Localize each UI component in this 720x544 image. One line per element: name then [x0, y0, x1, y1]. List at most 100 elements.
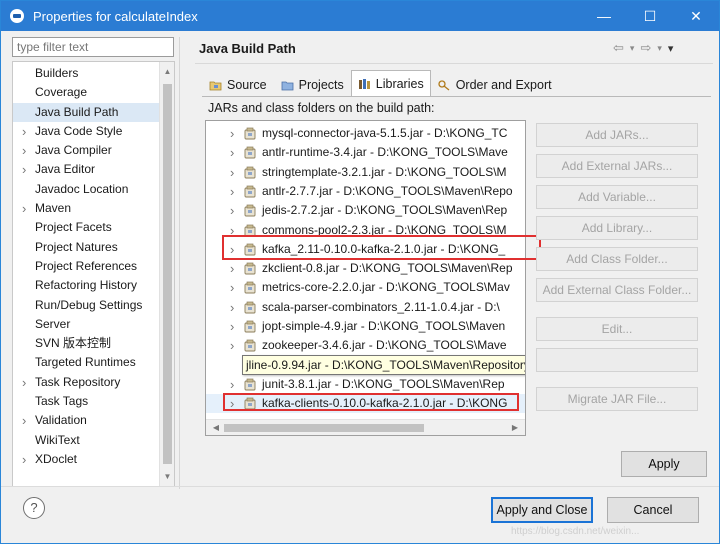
tree-item-label: Project References [35, 258, 138, 273]
expand-chevron-icon[interactable]: › [230, 221, 234, 240]
expand-chevron-icon[interactable]: › [22, 373, 26, 392]
jar-entry[interactable]: › zookeeper-3.4.6.jar - D:\KONG_TOOLS\Mav… [206, 336, 525, 355]
expand-chevron-icon[interactable]: › [22, 199, 26, 218]
scroll-right-icon[interactable]: ▶ [507, 420, 523, 435]
tree-item[interactable]: WikiText [13, 431, 160, 450]
expand-chevron-icon[interactable]: › [22, 141, 26, 160]
tree-item[interactable]: › XDoclet [13, 450, 160, 469]
jar-entry[interactable]: › metrics-core-2.2.0.jar - D:\KONG_TOOLS\… [206, 278, 525, 297]
jar-entry[interactable]: › antlr-runtime-3.4.jar - D:\KONG_TOOLS\M… [206, 143, 525, 162]
expand-chevron-icon[interactable]: › [230, 317, 234, 336]
tree-item[interactable]: Server [13, 315, 160, 334]
add-jars-button[interactable]: Add JARs... [536, 123, 698, 147]
tree-item[interactable]: › Validation [13, 411, 160, 430]
jar-entry[interactable]: › stringtemplate-3.2.1.jar - D:\KONG_TOOL… [206, 163, 525, 182]
jar-icon [243, 320, 257, 333]
tree-item[interactable]: SVN 版本控制 [13, 334, 160, 353]
add-class-folder-button[interactable]: Add Class Folder... [536, 247, 698, 271]
expand-chevron-icon[interactable]: › [22, 411, 26, 430]
tree-item[interactable]: Project References [13, 257, 160, 276]
expand-chevron-icon[interactable]: › [230, 336, 234, 355]
scroll-down-icon[interactable]: ▼ [160, 469, 174, 484]
scroll-thumb[interactable] [163, 84, 172, 464]
expand-chevron-icon[interactable]: › [230, 375, 234, 394]
jar-entry[interactable]: › kafka-clients-0.10.0-kafka-2.1.0.jar - … [206, 394, 525, 414]
pane-divider[interactable] [179, 37, 183, 489]
expand-chevron-icon[interactable]: › [230, 201, 234, 220]
expand-chevron-icon[interactable]: › [230, 278, 234, 297]
tree-item[interactable]: Project Natures [13, 238, 160, 257]
expand-chevron-icon[interactable]: › [230, 394, 234, 413]
cancel-button[interactable]: Cancel [607, 497, 699, 523]
migrate-jar-button[interactable]: Migrate JAR File... [536, 387, 698, 411]
tab-projects[interactable]: Projects [274, 72, 351, 96]
tree-item[interactable]: Project Facets [13, 218, 160, 237]
expand-chevron-icon[interactable]: › [22, 160, 26, 179]
filter-input[interactable] [12, 37, 174, 57]
jar-entry[interactable]: jline-0.9.94.jar - D:\KONG_TOOLS\Maven\R… [206, 354, 525, 375]
scroll-up-icon[interactable]: ▲ [160, 64, 174, 79]
jar-entry[interactable]: › scala-parser-combinators_2.11-1.0.4.jar… [206, 298, 525, 317]
tree-item[interactable]: Builders [13, 64, 160, 83]
back-icon[interactable]: ⇦ [613, 40, 624, 56]
add-external-class-folder-button[interactable]: Add External Class Folder... [536, 278, 698, 302]
tree-item[interactable]: Task Tags [13, 392, 160, 411]
expand-chevron-icon[interactable]: › [230, 182, 234, 201]
jar-entry[interactable]: › junit-3.8.1.jar - D:\KONG_TOOLS\Maven\R… [206, 375, 525, 394]
jar-label: antlr-runtime-3.4.jar - D:\KONG_TOOLS\Ma… [262, 145, 508, 160]
scroll-left-icon[interactable]: ◀ [208, 420, 224, 435]
jar-label: antlr-2.7.7.jar - D:\KONG_TOOLS\Maven\Re… [262, 183, 513, 198]
expand-chevron-icon[interactable]: › [230, 298, 234, 317]
tree-item[interactable]: Coverage [13, 83, 160, 102]
jar-entry[interactable]: › jopt-simple-4.9.jar - D:\KONG_TOOLS\Mav… [206, 317, 525, 336]
expand-chevron-icon[interactable]: › [230, 240, 234, 259]
jar-entry[interactable]: › zkclient-0.8.jar - D:\KONG_TOOLS\Maven\… [206, 259, 525, 278]
tab-libraries-label: Libraries [375, 77, 424, 91]
tab-libraries[interactable]: Libraries [350, 70, 431, 97]
tree-item[interactable]: › Java Compiler [13, 141, 160, 160]
close-button[interactable]: ✕ [673, 1, 719, 31]
forward-menu-icon[interactable]: ▾ [657, 43, 662, 54]
back-menu-icon[interactable]: ▾ [630, 43, 635, 54]
expand-chevron-icon[interactable]: › [230, 143, 234, 162]
jar-list-hscrollbar[interactable]: ◀ ▶ [206, 419, 525, 435]
minimize-button[interactable]: — [581, 1, 627, 31]
tree-item[interactable]: Javadoc Location [13, 180, 160, 199]
tree-item[interactable]: › Java Editor [13, 160, 160, 179]
tree-item[interactable]: › Java Code Style [13, 122, 160, 141]
forward-icon[interactable]: ⇨ [640, 40, 651, 56]
jar-list[interactable]: › mysql-connector-java-5.1.5.jar - D:\KON… [205, 120, 526, 436]
add-variable-button[interactable]: Add Variable... [536, 185, 698, 209]
tab-order-export[interactable]: Order and Export [431, 72, 559, 96]
apply-button[interactable]: Apply [621, 451, 707, 477]
maximize-button[interactable]: ☐ [627, 1, 673, 31]
tree-item[interactable]: Run/Debug Settings [13, 296, 160, 315]
jar-entry[interactable]: › commons-pool2-2.3.jar - D:\KONG_TOOLS\M [206, 221, 525, 240]
tree-scrollbar[interactable]: ▲ ▼ [159, 62, 174, 486]
expand-chevron-icon[interactable]: › [22, 122, 26, 141]
view-menu-icon[interactable]: ▾ [668, 42, 674, 55]
jar-icon [243, 166, 257, 179]
tree-item[interactable]: Refactoring History [13, 276, 160, 295]
jar-entry[interactable]: › antlr-2.7.7.jar - D:\KONG_TOOLS\Maven\R… [206, 182, 525, 201]
jar-entry[interactable]: › jedis-2.7.2.jar - D:\KONG_TOOLS\Maven\R… [206, 201, 525, 220]
tree-item[interactable]: Java Build Path [13, 102, 160, 122]
tree-item[interactable]: Targeted Runtimes [13, 353, 160, 372]
hscroll-thumb[interactable] [224, 424, 424, 432]
edit-button[interactable]: Edit... [536, 317, 698, 341]
jar-entry[interactable]: › mysql-connector-java-5.1.5.jar - D:\KON… [206, 124, 525, 143]
expand-chevron-icon[interactable]: › [22, 450, 26, 469]
expand-chevron-icon[interactable]: › [230, 163, 234, 182]
expand-chevron-icon[interactable]: › [230, 124, 234, 143]
tree-item[interactable]: › Maven [13, 199, 160, 218]
remove-button[interactable] [536, 348, 698, 372]
tab-source[interactable]: Source [202, 72, 274, 96]
tree-item[interactable]: › Task Repository [13, 373, 160, 392]
add-library-button[interactable]: Add Library... [536, 216, 698, 240]
jar-entry[interactable]: › kafka_2.11-0.10.0-kafka-2.1.0.jar - D:\… [206, 240, 525, 259]
jar-path-tooltip: jline-0.9.94.jar - D:\KONG_TOOLS\Maven\R… [242, 354, 525, 375]
expand-chevron-icon[interactable]: › [230, 259, 234, 278]
help-icon[interactable]: ? [23, 497, 45, 519]
add-external-jars-button[interactable]: Add External JARs... [536, 154, 698, 178]
apply-and-close-button[interactable]: Apply and Close [491, 497, 593, 523]
